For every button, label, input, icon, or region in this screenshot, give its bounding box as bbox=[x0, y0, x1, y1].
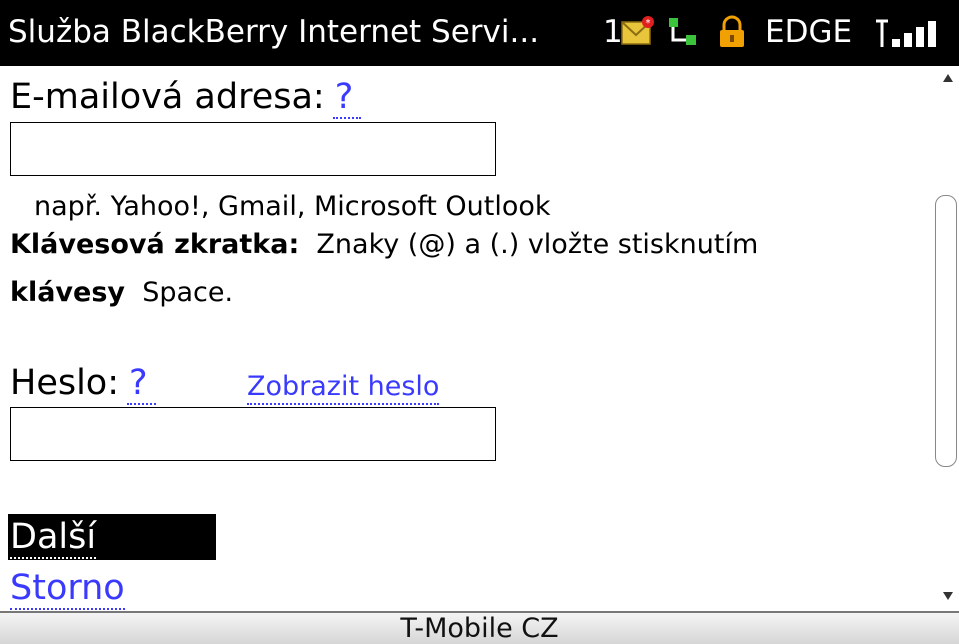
scroll-down-arrow-icon[interactable] bbox=[943, 592, 953, 600]
carrier-name: T-Mobile CZ bbox=[400, 613, 559, 644]
shortcut-line-1: Klávesová zkratka: Znaky (@) a (.) vložt… bbox=[10, 228, 758, 262]
email-hint: např. Yahoo!, Gmail, Microsoft Outlook bbox=[34, 191, 551, 222]
signal-icon bbox=[876, 19, 936, 47]
cancel-link-label: Storno bbox=[10, 568, 125, 610]
title-bar: Služba BlackBerry Internet Servi... 1 * … bbox=[0, 0, 959, 66]
shortcut-label: Klávesová zkratka: bbox=[10, 229, 300, 260]
email-label: E-mailová adresa: bbox=[10, 77, 325, 117]
connection-icon bbox=[669, 18, 696, 45]
scroll-up-arrow-icon[interactable] bbox=[943, 74, 953, 82]
email-help-link[interactable]: ? bbox=[332, 77, 362, 119]
svg-text:*: * bbox=[646, 18, 651, 29]
password-label: Heslo: bbox=[10, 363, 120, 403]
mail-icon[interactable]: * bbox=[621, 15, 655, 49]
scrollbar-thumb[interactable] bbox=[935, 195, 957, 467]
password-help-link[interactable]: ? bbox=[127, 363, 156, 405]
show-password-link[interactable]: Zobrazit heslo bbox=[247, 371, 440, 405]
window-title: Služba BlackBerry Internet Servi... bbox=[8, 14, 540, 50]
network-indicator: EDGE bbox=[765, 14, 853, 50]
shortcut-key-text: Space. bbox=[142, 277, 234, 308]
next-button[interactable]: Další bbox=[8, 514, 216, 560]
notification-count: 1 bbox=[603, 14, 623, 50]
email-label-row: E-mailová adresa:? bbox=[10, 76, 362, 119]
password-label-row: Heslo:? bbox=[10, 362, 156, 405]
shortcut-line-2: klávesy Space. bbox=[10, 276, 233, 310]
password-input[interactable] bbox=[10, 407, 496, 461]
next-button-label: Další bbox=[10, 517, 97, 559]
shortcut-key: klávesy bbox=[10, 277, 126, 308]
email-input[interactable] bbox=[10, 122, 496, 176]
form-content: E-mailová adresa:? např. Yahoo!, Gmail, … bbox=[0, 66, 930, 611]
shortcut-text: Znaky (@) a (.) vložte stisknutím bbox=[316, 229, 759, 260]
carrier-bar: T-Mobile CZ bbox=[0, 611, 959, 644]
cancel-link[interactable]: Storno bbox=[10, 566, 125, 610]
lock-icon bbox=[720, 15, 744, 47]
